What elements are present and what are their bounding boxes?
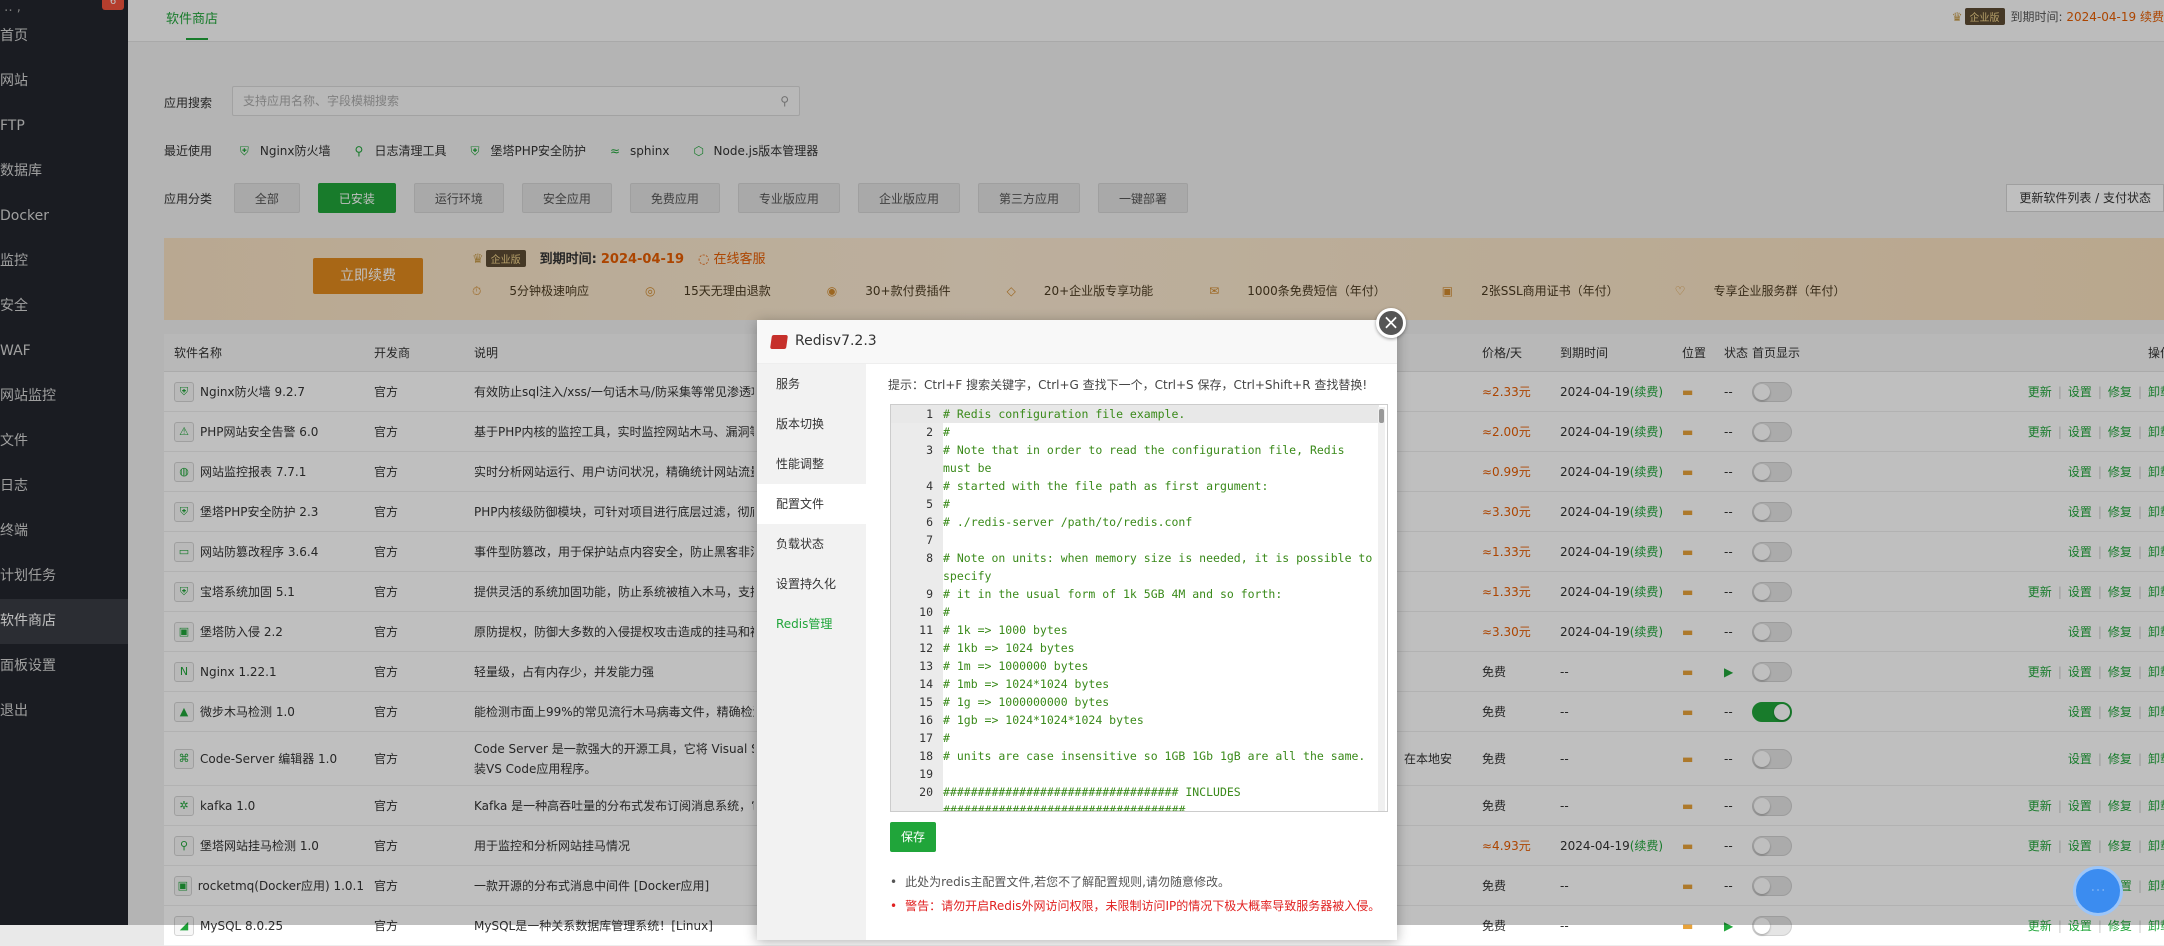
line-number: 1 <box>926 407 933 421</box>
line-number: 9 <box>926 587 933 601</box>
line-text: # <box>943 497 950 511</box>
code-line: 16 # 1gb => 1024*1024*1024 bytes <box>891 711 1379 729</box>
redis-icon <box>770 335 788 349</box>
modal-header: Redisv7.2.3 <box>757 320 1397 364</box>
line-number: 13 <box>919 659 933 673</box>
line-text: ################################## INCLU… <box>943 785 1248 812</box>
modal-menu-item[interactable]: 版本切换 <box>757 404 866 444</box>
code-line: 3 # Note that in order to read the config… <box>891 441 1379 477</box>
editor-tip: 提示：Ctrl+F 搜索关键字，Ctrl+G 查找下一个，Ctrl+S 保存，C… <box>888 378 1368 392</box>
line-text: # Note that in order to read the configu… <box>943 443 1352 475</box>
code-area[interactable]: 1 # Redis configuration file example. 2 #3 #… <box>891 405 1379 812</box>
line-number: 7 <box>926 533 933 547</box>
line-text: # 1k => 1000 bytes <box>943 623 1068 637</box>
code-line: 10 # <box>891 603 1379 621</box>
code-line: 15 # 1g => 1000000000 bytes <box>891 693 1379 711</box>
line-text: # <box>943 425 950 439</box>
save-button[interactable]: 保存 <box>890 822 936 852</box>
line-text: # started with the file path as first ar… <box>943 479 1269 493</box>
line-text: # units are case insensitive so 1GB 1Gb … <box>943 749 1366 763</box>
code-line: 7 <box>891 531 1379 549</box>
line-number: 18 <box>919 749 933 763</box>
code-line: 8 # Note on units: when memory size is ne… <box>891 549 1379 585</box>
line-number: 19 <box>919 767 933 781</box>
line-number: 20 <box>919 785 933 799</box>
line-text: # 1kb => 1024 bytes <box>943 641 1075 655</box>
line-number: 15 <box>919 695 933 709</box>
editor-scrollbar[interactable] <box>1378 407 1385 811</box>
modal-menu-item[interactable]: 性能调整 <box>757 444 866 484</box>
line-number: 17 <box>919 731 933 745</box>
line-text: # <box>943 731 950 745</box>
line-number: 10 <box>919 605 933 619</box>
code-line: 9 # it in the usual form of 1k 5GB 4M and… <box>891 585 1379 603</box>
modal-menu-item[interactable]: 负载状态 <box>757 524 866 564</box>
config-editor[interactable]: 1 # Redis configuration file example. 2 #3 #… <box>890 404 1388 812</box>
code-line: 14 # 1mb => 1024*1024 bytes <box>891 675 1379 693</box>
line-text: # 1mb => 1024*1024 bytes <box>943 677 1110 691</box>
float-help-button[interactable]: · · · <box>2073 866 2123 916</box>
code-line: 11 # 1k => 1000 bytes <box>891 621 1379 639</box>
line-text: # <box>943 605 950 619</box>
modal-title: Redisv7.2.3 <box>795 333 877 349</box>
code-line: 17 # <box>891 729 1379 747</box>
code-line: 13 # 1m => 1000000 bytes <box>891 657 1379 675</box>
line-number: 14 <box>919 677 933 691</box>
line-text: # 1g => 1000000000 bytes <box>943 695 1110 709</box>
close-icon[interactable]: × <box>1376 308 1406 338</box>
line-text: # 1gb => 1024*1024*1024 bytes <box>943 713 1144 727</box>
line-number: 2 <box>926 425 933 439</box>
line-number: 5 <box>926 497 933 511</box>
line-number: 8 <box>926 551 933 565</box>
code-line: 18 # units are case insensitive so 1GB 1G… <box>891 747 1379 765</box>
line-number: 12 <box>919 641 933 655</box>
modal-menu-item[interactable]: 设置持久化 <box>757 564 866 604</box>
line-text: # ./redis-server /path/to/redis.conf <box>943 515 1193 529</box>
code-line: 2 # <box>891 423 1379 441</box>
modal-menu-item[interactable]: Redis管理 <box>757 604 866 644</box>
modal-menu: 服务 版本切换 性能调整 配置文件 负载状态 设置持久化 Redis管理 <box>757 364 866 940</box>
code-line: 19 <box>891 765 1379 783</box>
line-text: # it in the usual form of 1k 5GB 4M and … <box>943 587 1283 601</box>
line-number: 4 <box>926 479 933 493</box>
line-number: 16 <box>919 713 933 727</box>
note-warning: • 警告：请勿开启Redis外网访问权限，未限制访问IP的情况下极大概率导致服务器… <box>890 899 1381 913</box>
code-line: 4 # started with the file path as first a… <box>891 477 1379 495</box>
scrollbar-thumb[interactable] <box>1379 409 1384 423</box>
code-line: 5 # <box>891 495 1379 513</box>
line-text <box>939 531 1379 549</box>
code-line: 1 # Redis configuration file example. <box>891 405 1379 423</box>
line-text: # 1m => 1000000 bytes <box>943 659 1089 673</box>
code-line: 6 # ./redis-server /path/to/redis.conf <box>891 513 1379 531</box>
code-line: 20 ################################## INC… <box>891 783 1379 812</box>
modal-menu-item[interactable]: 配置文件 <box>757 484 866 524</box>
redis-modal: Redisv7.2.3 × 服务 版本切换 性能调整 配置文件 负载状态 设置持久化 Red… <box>757 308 1406 940</box>
line-number: 11 <box>919 623 933 637</box>
code-line: 12 # 1kb => 1024 bytes <box>891 639 1379 657</box>
line-text: # Redis configuration file example. <box>943 407 1186 421</box>
modal-menu-item[interactable]: 服务 <box>757 364 866 404</box>
note-info: • 此处为redis主配置文件,若您不了解配置规则,请勿随意修改。 <box>890 875 1230 889</box>
line-text <box>939 765 1379 783</box>
line-number: 6 <box>926 515 933 529</box>
line-text: # Note on units: when memory size is nee… <box>943 551 1380 583</box>
config-notes: • 此处为redis主配置文件,若您不了解配置规则,请勿随意修改。 • 警告：请勿开… <box>890 870 1380 918</box>
line-number: 3 <box>926 443 933 457</box>
